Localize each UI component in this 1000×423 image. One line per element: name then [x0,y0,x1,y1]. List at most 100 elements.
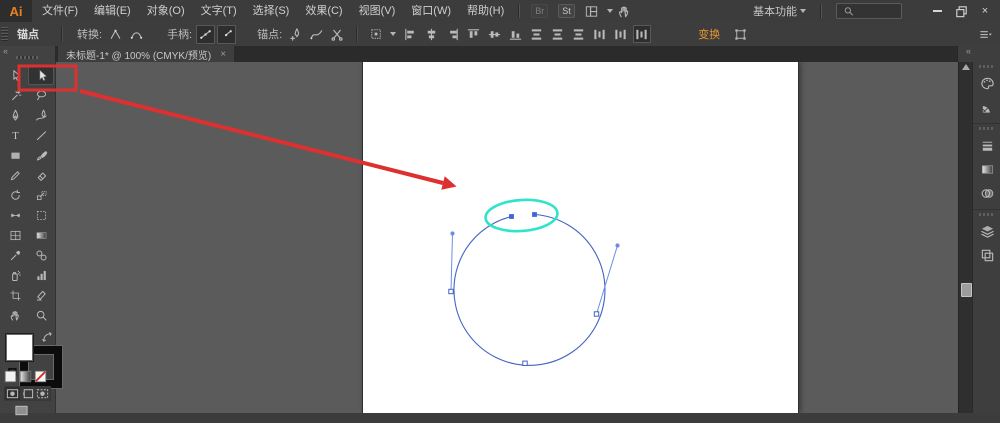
align-left-button[interactable] [402,25,420,43]
menu-file[interactable]: 文件(F) [34,0,86,22]
distribute-right-button[interactable] [632,25,651,43]
artboards-panel[interactable] [974,243,1000,267]
dock-gripper[interactable] [979,65,995,68]
select-similar-button[interactable] [367,25,386,44]
menu-select[interactable]: 选择(S) [245,0,298,22]
gradient-tool[interactable] [28,225,54,245]
menu-object[interactable]: 对象(O) [139,0,193,22]
distribute-top-button[interactable] [528,25,546,43]
bridge-button[interactable]: Br [531,4,549,18]
distribute-vcenter-button[interactable] [549,25,567,43]
magic-wand-tool[interactable] [2,85,28,105]
tab-close-button[interactable]: × [220,49,226,60]
scroll-up-icon[interactable] [962,64,970,70]
minimize-button[interactable] [926,2,948,20]
align-hcenter-button[interactable] [423,25,441,43]
convert-smooth-button[interactable] [127,25,146,44]
artboard[interactable] [362,62,799,413]
scale-tool[interactable] [28,185,54,205]
collapse-toolbar-icon[interactable]: « [3,47,8,56]
draw-normal-button[interactable] [5,387,20,400]
canvas-area[interactable] [55,62,958,413]
show-handles-button[interactable] [196,24,216,44]
stock-button[interactable]: St [558,4,575,18]
restore-button[interactable] [950,2,972,20]
slice-tool[interactable] [28,285,54,305]
menu-type[interactable]: 文字(T) [193,0,245,22]
transform-link[interactable]: 变换 [698,26,720,42]
lasso-tool[interactable] [28,85,54,105]
paintbrush-tool[interactable] [28,145,54,165]
menu-help[interactable]: 帮助(H) [459,0,512,22]
draw-behind-button[interactable] [20,387,35,400]
stroke-panel[interactable] [974,133,1000,157]
draw-inside-button[interactable] [35,387,50,400]
align-top-button[interactable] [465,25,483,43]
hand-tool[interactable] [2,305,28,325]
rectangle-tool[interactable] [2,145,28,165]
dock-gripper[interactable] [979,213,995,216]
screen-mode-button[interactable] [14,403,32,416]
fill-swatch[interactable] [5,333,34,362]
line-segment-tool[interactable] [28,125,54,145]
toolbar-gripper[interactable] [16,56,38,59]
distribute-left-button[interactable] [591,25,609,43]
direct-selection-tool[interactable] [28,65,54,85]
expand-dock-icon[interactable]: « [966,47,971,56]
menu-effect[interactable]: 效果(C) [297,0,350,22]
curvature-tool[interactable] [28,105,54,125]
search-input[interactable] [836,3,902,19]
layers-panel[interactable] [974,219,1000,243]
none-button[interactable] [34,369,47,383]
document-tab[interactable]: 未标题-1* @ 100% (CMYK/预览) × [58,46,235,62]
anchor-curve-button[interactable] [307,25,326,44]
align-right-button[interactable] [444,25,462,43]
arrange-documents-icon[interactable] [583,3,601,19]
close-button[interactable]: × [974,2,996,20]
gradient-panel[interactable] [974,157,1000,181]
convert-corner-button[interactable] [106,25,125,44]
selection-tool[interactable] [2,65,28,85]
align-vcenter-button[interactable] [486,25,504,43]
menu-edit[interactable]: 编辑(E) [86,0,139,22]
symbol-sprayer-tool[interactable] [2,265,28,285]
swap-fill-stroke-icon[interactable] [40,330,52,342]
color-guide-panel[interactable] [974,95,1000,119]
gradient-button[interactable] [19,369,32,383]
hide-handles-button[interactable] [217,24,237,44]
pencil-tool[interactable] [2,165,28,185]
free-transform-tool[interactable] [28,205,54,225]
color-button[interactable] [4,369,17,383]
mesh-tool[interactable] [2,225,28,245]
zoom-tool[interactable] [28,305,54,325]
dock-gripper[interactable] [979,127,995,130]
artboard-tool[interactable] [2,285,28,305]
cut-path-button[interactable] [328,25,347,44]
panel-menu-button[interactable] [976,25,995,44]
column-graph-tool[interactable] [28,265,54,285]
transparency-panel[interactable] [974,181,1000,205]
menu-window[interactable]: 窗口(W) [403,0,459,22]
rotate-tool[interactable] [2,185,28,205]
cs-live-icon[interactable] [616,3,634,19]
align-bottom-button[interactable] [507,25,525,43]
distribute-hcenter-button[interactable] [612,25,630,43]
width-tool[interactable] [2,205,28,225]
toolbar-header: « [0,46,55,62]
add-anchor-button[interactable] [286,25,305,44]
divider [518,4,521,18]
bounding-box-button[interactable] [731,25,750,44]
type-tool[interactable]: T [2,125,28,145]
blend-tool[interactable] [28,245,54,265]
eyedropper-tool[interactable] [2,245,28,265]
pen-tool[interactable] [2,105,28,125]
menu-list: 文件(F) 编辑(E) 对象(O) 文字(T) 选择(S) 效果(C) 视图(V) 窗口(W)… [34,0,512,22]
scrollbar-thumb[interactable] [961,283,972,297]
vertical-scrollbar[interactable] [958,62,973,413]
distribute-bottom-button[interactable] [570,25,588,43]
menu-view[interactable]: 视图(V) [351,0,404,22]
color-panel[interactable] [974,71,1000,95]
eraser-tool[interactable] [28,165,54,185]
panel-gripper[interactable] [1,26,8,42]
workspace-switcher[interactable]: 基本功能 [745,3,814,19]
